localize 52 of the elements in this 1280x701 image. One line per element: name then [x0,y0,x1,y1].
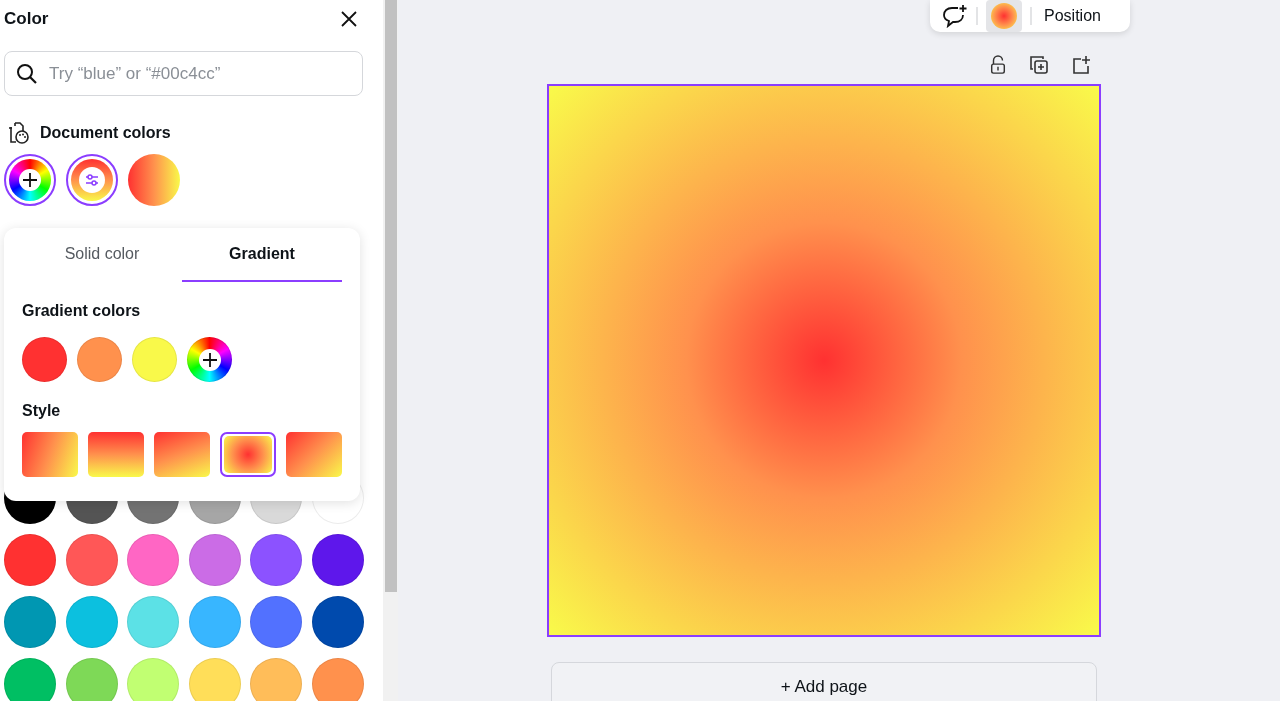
design-page[interactable] [547,84,1101,637]
scrollbar[interactable] [383,0,398,701]
color-swatch[interactable] [4,596,56,648]
color-swatch[interactable] [65,658,118,701]
tab[interactable]: Solid color [22,228,182,282]
color-swatch[interactable] [188,596,241,648]
add-page-button[interactable]: + Add page [551,662,1097,701]
color-stop-swatch[interactable] [77,337,122,382]
color-stop-swatch[interactable] [22,337,67,382]
gradient-style-option[interactable] [220,432,276,477]
gradient-style-option[interactable] [88,432,144,477]
close-icon[interactable] [339,9,359,29]
gradient-style-option[interactable] [286,432,342,477]
tab[interactable]: Gradient [182,228,342,282]
color-swatch[interactable] [188,534,241,586]
gradient-swatch[interactable] [128,154,180,206]
color-swatch[interactable] [311,658,364,701]
color-swatch[interactable] [4,534,56,586]
sliders-icon [84,172,100,188]
plus-icon [201,351,218,368]
color-swatch[interactable] [65,534,118,586]
section-heading: Document colors [40,124,171,142]
panel-title: Color [4,9,49,29]
color-swatch[interactable] [188,658,241,701]
plus-icon [22,172,38,188]
add-comment-icon[interactable] [942,4,968,28]
search-field[interactable]: Try “blue” or “#00c4cc” [4,51,363,96]
color-stop-swatch[interactable] [132,337,177,382]
color-swatch[interactable] [250,534,302,586]
color-swatch[interactable] [127,596,179,648]
color-swatch[interactable] [127,658,179,701]
color-swatch[interactable] [311,596,364,648]
add-page-icon[interactable] [1071,55,1091,77]
color-swatch[interactable] [250,658,302,701]
color-swatch[interactable] [4,658,56,701]
color-swatch[interactable] [250,596,302,648]
section-heading: Gradient colors [22,302,142,320]
edit-gradient-button[interactable] [66,154,118,206]
add-color-button[interactable] [4,154,56,206]
section-heading: Style [22,402,62,420]
color-button[interactable] [986,0,1022,32]
position-button[interactable]: Position [1040,7,1105,25]
gradient-style-option[interactable] [22,432,78,477]
color-swatch[interactable] [65,596,118,648]
lock-icon[interactable] [989,55,1007,77]
color-swatch[interactable] [127,534,179,586]
palette-document-icon [6,121,30,145]
duplicate-icon[interactable] [1029,55,1049,77]
search-icon [16,63,38,85]
add-color-button[interactable] [187,337,232,382]
gradient-style-option[interactable] [154,432,210,477]
color-swatch[interactable] [311,534,364,586]
